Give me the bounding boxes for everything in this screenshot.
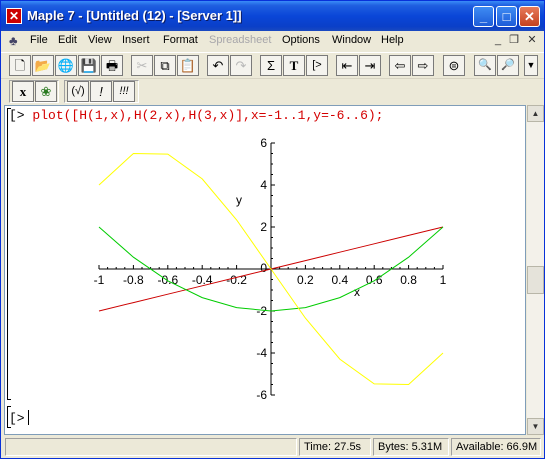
status-message — [5, 438, 297, 456]
x-tick-label: -0.4 — [192, 273, 213, 287]
menu-spreadsheet[interactable]: Spreadsheet — [209, 34, 271, 46]
status-available: Available: 66.9M — [451, 438, 541, 456]
new-file-icon[interactable]: 🗋 — [9, 55, 31, 76]
menu-options[interactable]: Options — [282, 34, 320, 46]
save-icon[interactable]: 💾 — [78, 55, 100, 76]
stop-icon[interactable]: ⊜ — [443, 55, 465, 76]
mdi-close-button[interactable]: ✕ — [525, 34, 539, 47]
title-bar[interactable]: ✕ Maple 7 - [Untitled (12) - [Server 1]]… — [1, 1, 544, 31]
scroll-thumb[interactable] — [527, 266, 544, 294]
y-tick-label: -6 — [256, 388, 267, 402]
redo-icon[interactable]: ↷ — [230, 55, 252, 76]
vertical-scrollbar[interactable]: ▲ ▼ — [527, 105, 544, 435]
toolbar-chevron-down-icon[interactable]: ▼ — [524, 55, 538, 76]
paste-icon[interactable]: 📋 — [177, 55, 199, 76]
x-tick-label: 0.6 — [366, 273, 383, 287]
y-tick-label: 4 — [260, 178, 267, 192]
status-bytes: Bytes: 5.31M — [373, 438, 449, 456]
forward-arrow-icon[interactable]: ⇨ — [412, 55, 434, 76]
menu-window[interactable]: Window — [332, 34, 371, 46]
zoom-out-icon[interactable]: 🔎 — [497, 55, 519, 76]
y-axis-label: y — [236, 193, 242, 207]
minimize-button[interactable]: _ — [473, 6, 494, 27]
open-folder-icon[interactable]: 📂 — [32, 55, 54, 76]
x-tick-label: -1 — [94, 273, 105, 287]
zoom-in-icon[interactable]: 🔍 — [474, 55, 496, 76]
indent-icon[interactable]: ⇥ — [359, 55, 381, 76]
text-mode-icon[interactable]: T — [283, 55, 305, 76]
worksheet-area[interactable]: [> plot([H(1,x),H(2,x),H(3,x)],x=-1..1,y… — [4, 105, 526, 435]
math-input-button[interactable]: x — [12, 81, 34, 102]
print-icon[interactable]: 🖶 — [101, 55, 123, 76]
y-tick-label: 2 — [260, 220, 267, 234]
maple-app-icon[interactable]: ✕ — [6, 8, 22, 24]
x-tick-label: 0.4 — [331, 273, 348, 287]
x-tick-label: 1 — [440, 273, 447, 287]
main-toolbar: 🗋 📂 🌐 💾 🖶 ✂ ⧉ 📋 ↶ ↷ Σ T [> ⇤ ⇥ ⇦ ⇨ ⊜ 🔍 🔎… — [1, 52, 544, 78]
scroll-up-icon[interactable]: ▲ — [527, 105, 544, 122]
document-icon[interactable]: ♣ — [9, 33, 23, 48]
window-title: Maple 7 - [Untitled (12) - [Server 1]] — [27, 8, 242, 23]
x-tick-label: -0.8 — [123, 273, 144, 287]
empty-input-line[interactable]: [> — [9, 410, 29, 426]
copy-icon[interactable]: ⧉ — [154, 55, 176, 76]
x-axis-label: x — [354, 285, 360, 299]
mdi-restore-button[interactable]: ❐ — [507, 34, 521, 47]
outdent-icon[interactable]: ⇤ — [336, 55, 358, 76]
maple-window: ✕ Maple 7 - [Untitled (12) - [Server 1]]… — [0, 0, 545, 459]
open-url-icon[interactable]: 🌐 — [55, 55, 77, 76]
close-button[interactable]: ✕ — [519, 6, 540, 27]
context-toolbar: x ❀ (√) ! !!! — [1, 78, 544, 104]
execute-all-button[interactable]: !!! — [113, 81, 135, 102]
sigma-icon[interactable]: Σ — [260, 55, 282, 76]
x-tick-label: 0.2 — [297, 273, 314, 287]
y-tick-label: -4 — [256, 346, 267, 360]
y-tick-label: 6 — [260, 136, 267, 150]
back-arrow-icon[interactable]: ⇦ — [389, 55, 411, 76]
menu-edit[interactable]: Edit — [58, 34, 77, 46]
status-bar: Time: 27.5s Bytes: 5.31M Available: 66.9… — [1, 436, 544, 458]
execute-button[interactable]: ! — [90, 81, 112, 102]
menu-insert[interactable]: Insert — [122, 34, 150, 46]
x-tick-label: 0.8 — [400, 273, 417, 287]
check-syntax-button[interactable]: (√) — [67, 81, 89, 102]
menu-help[interactable]: Help — [381, 34, 404, 46]
menu-file[interactable]: File — [30, 34, 48, 46]
exec-group-icon[interactable]: [> — [306, 55, 328, 76]
maple-leaf-icon[interactable]: ❀ — [35, 81, 57, 102]
status-time: Time: 27.5s — [299, 438, 371, 456]
plot-output[interactable]: -1 -0.8 -0.6 -0.4 -0.2 0.2 0.4 0.6 0.8 10642-2-4-… — [5, 106, 525, 434]
menu-format[interactable]: Format — [163, 34, 198, 46]
undo-icon[interactable]: ↶ — [207, 55, 229, 76]
menu-bar: ♣ File Edit View Insert Format Spreadshe… — [1, 31, 544, 51]
scroll-down-icon[interactable]: ▼ — [527, 418, 544, 435]
menu-view[interactable]: View — [88, 34, 112, 46]
y-tick-label: -2 — [256, 304, 267, 318]
maximize-button[interactable]: □ — [496, 6, 517, 27]
text-cursor — [27, 410, 29, 425]
input-prompt-2: [> — [9, 411, 25, 426]
mdi-minimize-button[interactable]: _ — [491, 34, 505, 47]
cut-icon[interactable]: ✂ — [131, 55, 153, 76]
